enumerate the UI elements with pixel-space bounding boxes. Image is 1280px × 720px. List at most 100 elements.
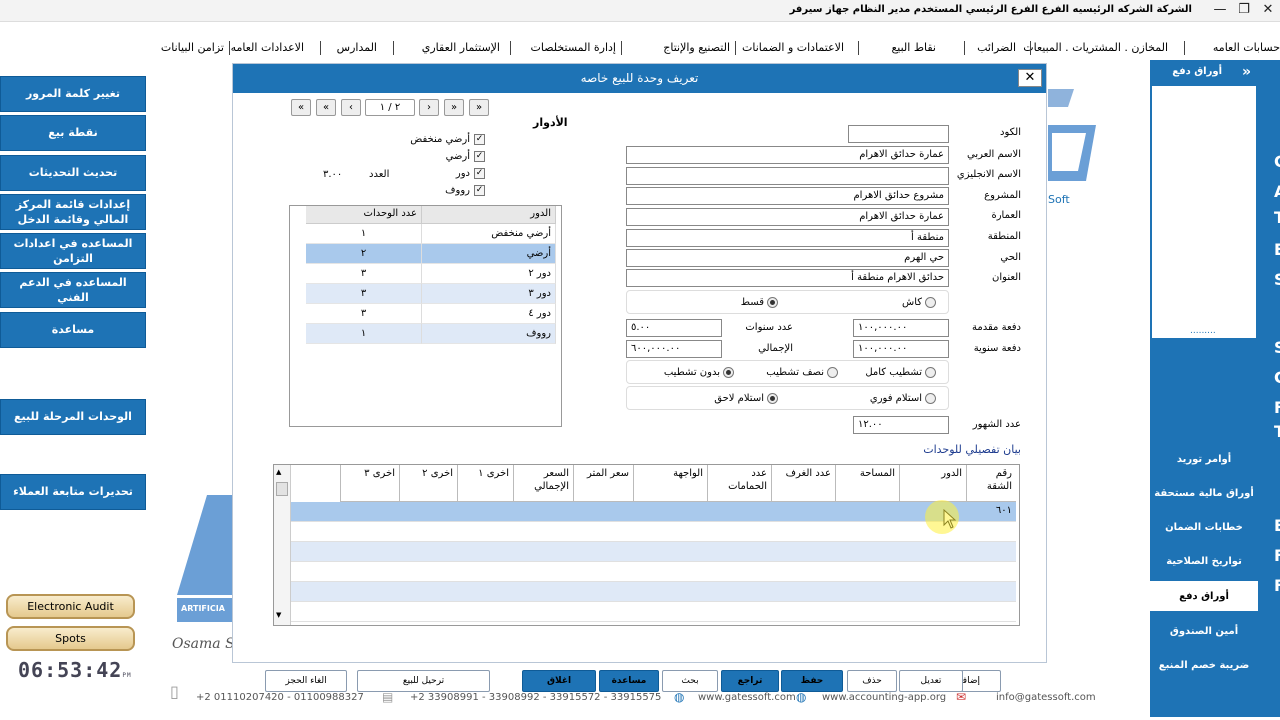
sidebar-item-withholding-tax[interactable]: ضريبة خصم المنبع — [1150, 650, 1258, 680]
count-value: ٣.٠٠ — [323, 169, 343, 180]
units-grid: ▲ ▼ رقم الشقة الدور المساحة عدد الغرف عدد ال… — [273, 464, 1020, 626]
grid-vscroll[interactable]: ▲ ▼ — [274, 465, 291, 625]
sidebar-item-expiry[interactable]: تواريخ الصلاحية — [1150, 546, 1258, 576]
name-ar-field[interactable]: عمارة حدائق الاهرام — [626, 146, 949, 164]
menu-data-sync[interactable]: تزامن البيانات — [161, 41, 224, 54]
units-row[interactable]: ٦٠١ — [291, 502, 1016, 522]
floors-row[interactable]: ٣ دور ٤ — [306, 304, 556, 324]
sidebar-item-cashier[interactable]: أمين الصندوق — [1150, 616, 1258, 646]
months-field[interactable]: ١٢.٠٠ — [853, 416, 949, 434]
col-meter-price: سعر المتر — [573, 465, 633, 502]
floor-check-low-ground[interactable]: ✓ أرضي منخفض — [410, 134, 485, 145]
menu-inventory-sales[interactable]: المخازن . المشتريات . المبيعات — [1023, 41, 1168, 54]
floor-check-roof[interactable]: ✓ رووف — [445, 185, 485, 196]
floor-check-floor[interactable]: ✓ دور — [456, 168, 485, 179]
sidebar-item-guarantees[interactable]: خطابات الضمان — [1150, 512, 1258, 542]
dialog-close-button[interactable]: ✕ — [1018, 69, 1042, 87]
support-help-button[interactable]: المساعده في الدعم الفني — [0, 272, 146, 308]
col-apt-no: رقم الشقة — [966, 465, 1016, 502]
count-label: العدد — [369, 169, 390, 180]
half-finishing-radio[interactable]: نصف تشطيب — [766, 367, 838, 378]
units-count-cell: ٣ — [306, 284, 422, 304]
nav-first-button[interactable]: « — [291, 99, 311, 116]
menu-real-estate[interactable]: الإستثمار العقاري — [422, 41, 500, 54]
menu-schools[interactable]: المدارس — [337, 41, 377, 54]
nav-prev-button[interactable]: ‹ — [341, 99, 361, 116]
close-window-icon[interactable]: ✕ — [1256, 0, 1280, 20]
floors-row[interactable]: ٣ دور ٢ — [306, 264, 556, 284]
years-field[interactable]: ٥.٠٠ — [626, 319, 722, 337]
units-row[interactable] — [291, 522, 1016, 542]
financial-statements-settings-button[interactable]: إعدادات قائمة المركز المالي وقائمة الدخل — [0, 194, 146, 230]
unit-definition-dialog: تعريف وحدة للبيع خاصه ✕ « « ‹ ٢ / ١ › » … — [232, 63, 1047, 692]
units-count-cell: ٣ — [306, 304, 422, 324]
customer-followup-alerts-button[interactable]: تحديرات متابعة العملاء — [0, 474, 146, 510]
menu-general-settings[interactable]: الاعدادات العامه — [231, 41, 304, 54]
code-field[interactable] — [848, 125, 949, 143]
menu-pos[interactable]: نقاط البيع — [891, 41, 936, 54]
electronic-audit-button[interactable]: Electronic Audit — [6, 594, 135, 619]
later-delivery-radio[interactable]: استلام لاحق — [714, 393, 778, 404]
menu-credits-guarantees[interactable]: الاعتمادات و الضمانات — [742, 41, 844, 54]
floor-cell: أرضي منخفض — [422, 224, 556, 244]
nav-next-button[interactable]: › — [419, 99, 439, 116]
name-ar-label: الاسم العربي — [967, 149, 1021, 160]
zone-field[interactable]: منطقة أ — [626, 229, 949, 247]
collapse-icon[interactable]: « — [1242, 64, 1251, 80]
cursor-highlight — [925, 500, 959, 534]
sidebar-item-payables[interactable]: أوراق دفع — [1150, 581, 1258, 611]
total-field[interactable]: ٦٠٠,٠٠٠.٠٠ — [626, 340, 722, 358]
col-other-3: اخرى ٣ — [340, 465, 399, 502]
floor-check-ground[interactable]: ✓ أرضي — [446, 151, 485, 162]
change-password-button[interactable]: تغيير كلمة المرور — [0, 76, 146, 112]
installment-radio[interactable]: قسط — [741, 297, 778, 308]
session-info: الشركة الشركه الرئيسيه الفرع الفرع الرئي… — [789, 4, 1192, 15]
nav-next-page-button[interactable]: » — [444, 99, 464, 116]
menu-extracts[interactable]: إدارة المستخلصات — [531, 41, 616, 54]
name-en-field[interactable] — [626, 167, 949, 185]
maximize-icon[interactable]: ❐ — [1232, 0, 1256, 20]
annual-payment-field[interactable]: ١٠٠,٠٠٠.٠٠ — [853, 340, 949, 358]
units-row[interactable] — [291, 542, 1016, 562]
units-posted-for-sale-button[interactable]: الوحدات المرحلة للبيع — [0, 399, 146, 435]
district-field[interactable]: حي الهرم — [626, 249, 949, 267]
nav-last-button[interactable]: » — [469, 99, 489, 116]
down-payment-field[interactable]: ١٠٠,٠٠٠.٠٠ — [853, 319, 949, 337]
units-row[interactable] — [291, 582, 1016, 602]
immediate-delivery-radio[interactable]: استلام فوري — [870, 393, 936, 404]
footer-website-2: www.accounting-app.org — [822, 692, 947, 703]
spots-button[interactable]: Spots — [6, 626, 135, 651]
mail-icon: ✉ — [956, 690, 967, 704]
minimize-icon[interactable]: — — [1208, 0, 1232, 20]
right-sidebar: أوراق دفع « ......... أوامر توريد أوراق … — [1150, 60, 1258, 717]
floors-row[interactable]: ١ رووف — [306, 324, 556, 344]
help-button[interactable]: مساعدة — [0, 312, 146, 348]
floors-row[interactable]: ١ أرضي منخفض — [306, 224, 556, 244]
sidebar-item-due-papers[interactable]: أوراق مالية مستحقة — [1150, 478, 1258, 508]
floor-cell: رووف — [422, 324, 556, 344]
menu-manufacturing[interactable]: التصنيع والإنتاج — [663, 41, 730, 54]
sidebar-item-supply-orders[interactable]: أوامر توريد — [1150, 444, 1258, 474]
floors-row[interactable]: ٣ دور ٣ — [306, 284, 556, 304]
project-field[interactable]: مشروع حدائق الاهرام — [626, 187, 949, 205]
menu-taxes[interactable]: الضرائب — [977, 41, 1016, 54]
pos-button[interactable]: نقطة بيع — [0, 115, 146, 151]
nav-position: ٢ / ١ — [365, 99, 415, 116]
cash-radio[interactable]: كاش — [902, 297, 936, 308]
units-row[interactable] — [291, 602, 1016, 622]
building-field[interactable]: عمارة حدائق الاهرام — [626, 208, 949, 226]
floors-row[interactable]: ٢ أرضي — [306, 244, 556, 264]
full-finishing-radio[interactable]: تشطيب كامل — [865, 367, 936, 378]
months-label: عدد الشهور — [972, 419, 1021, 430]
annual-payment-label: دفعة سنوية — [973, 343, 1021, 354]
no-finishing-radio[interactable]: بدون تشطيب — [664, 367, 734, 378]
units-count-cell: ١ — [306, 324, 422, 344]
nav-prev-page-button[interactable]: « — [316, 99, 336, 116]
address-field[interactable]: حدائق الاهرام منطقة أ — [626, 269, 949, 287]
sync-help-button[interactable]: المساعده في اعدادات التزامن — [0, 233, 146, 269]
units-row[interactable] — [291, 562, 1016, 582]
menu-general-accounts[interactable]: حسابات العامه — [1213, 41, 1280, 54]
update-button[interactable]: تحديث التحديثات — [0, 155, 146, 191]
phone-icon: ▯ — [170, 682, 179, 701]
col-floor: الدور — [899, 465, 966, 502]
